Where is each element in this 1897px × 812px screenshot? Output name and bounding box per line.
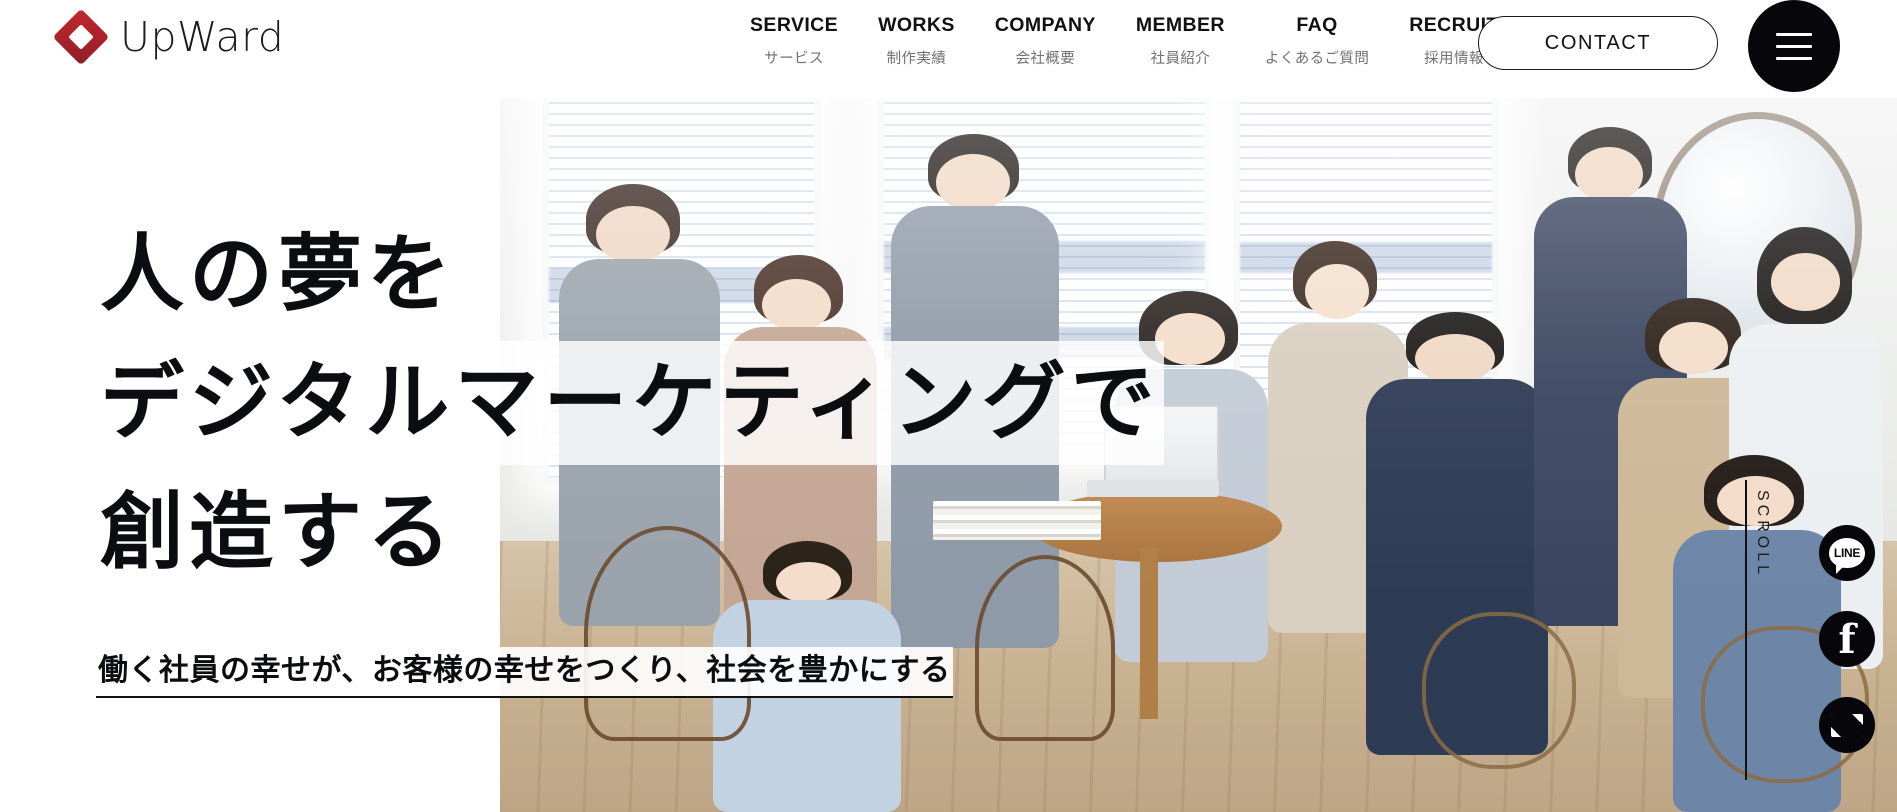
nav-label-en: COMPANY [994,14,1096,36]
hero-photo-canvas [500,98,1897,812]
site-logo[interactable]: UpWard [52,8,285,66]
photo-table-leg [1139,547,1158,720]
nav-label-jp: サービス [764,51,824,68]
social-mail-button[interactable] [1819,697,1875,753]
nav-item-member[interactable]: MEMBER 社員紹介 [1116,12,1245,68]
page-root: 人の夢を デジタルマーケティングで 創造する 働く社員の幸せが、お客様の幸せをつ… [0,0,1897,812]
nav-label-jp: 採用情報 [1424,51,1484,68]
scroll-indicator: SCROLL [1745,480,1785,780]
photo-laptop-screen [1103,405,1220,484]
nav-label-en: SERVICE [750,14,839,36]
hero-headline-line-3: 創造する [96,471,461,595]
social-facebook-button[interactable]: f [1819,611,1875,667]
contact-button-label: CONTACT [1544,31,1652,54]
social-line-button[interactable]: LINE [1819,525,1875,581]
photo-book-stack [933,501,1101,540]
primary-navigation: SERVICE サービス WORKS 制作実績 COMPANY 会社概要 MEM… [730,12,1519,68]
nav-label-en: MEMBER [1135,14,1225,36]
hero-section: 人の夢を デジタルマーケティングで 創造する 働く社員の幸せが、お客様の幸せをつ… [0,0,1897,812]
nav-label-en: FAQ [1296,14,1338,36]
nav-label-jp: よくあるご質問 [1264,51,1370,68]
hero-headline-line-1: 人の夢を [96,213,461,337]
nav-item-company[interactable]: COMPANY 会社概要 [975,12,1116,68]
photo-chair-mid [974,554,1115,741]
mail-icon [1831,713,1863,737]
diamond-logo-icon [52,8,110,66]
nav-label-jp: 会社概要 [1015,51,1076,68]
contact-button[interactable]: CONTACT [1478,16,1718,70]
nav-item-service[interactable]: SERVICE サービス [730,12,858,68]
line-icon-label: LINE [1833,546,1861,560]
facebook-icon: f [1838,616,1856,663]
hero-photo [500,98,1897,812]
side-rail: SCROLL LINE f [1745,0,1897,812]
nav-item-faq[interactable]: FAQ よくあるご質問 [1245,12,1389,68]
logo-wordmark: UpWard [120,12,285,61]
nav-item-works[interactable]: WORKS 制作実績 [858,12,975,68]
scroll-label: SCROLL [1754,490,1771,579]
nav-label-jp: 社員紹介 [1150,51,1211,68]
site-header: UpWard SERVICE サービス WORKS 制作実績 COMPANY 会… [0,0,1897,98]
photo-chair-left [583,526,752,741]
nav-label-en: WORKS [878,14,955,36]
nav-label-jp: 制作実績 [886,51,947,68]
photo-stool-right [1422,612,1576,770]
photo-laptop-base [1086,479,1220,498]
hamburger-menu-icon[interactable] [1748,0,1840,92]
line-icon: LINE [1829,538,1865,574]
scroll-line [1745,480,1747,780]
